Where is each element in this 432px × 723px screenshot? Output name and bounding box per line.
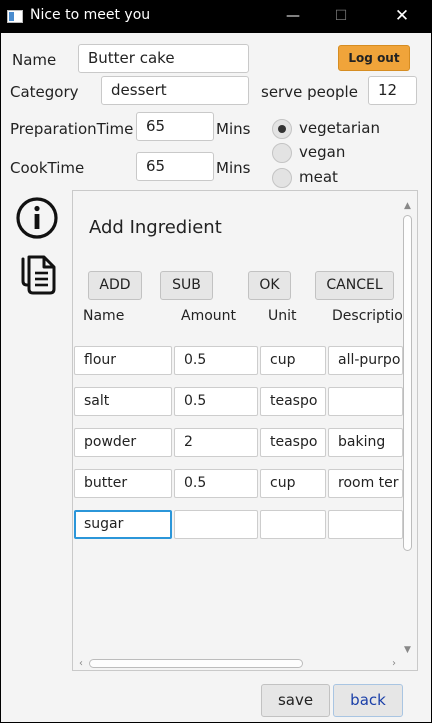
name-field[interactable]: Butter cake	[78, 44, 249, 73]
category-label: Category	[10, 83, 79, 101]
ingredient-name-cell[interactable]: flour	[74, 346, 172, 375]
info-icon[interactable]	[14, 195, 60, 245]
radio-label: vegan	[299, 143, 346, 161]
scroll-right-icon[interactable]: ›	[387, 657, 401, 670]
preparation-time-label: PreparationTime	[10, 120, 134, 138]
ingredient-unit-cell[interactable]: cup	[260, 469, 326, 498]
column-header-amount: Amount	[181, 308, 237, 324]
add-button[interactable]: ADD	[88, 271, 142, 300]
serve-people-field[interactable]: 12	[368, 76, 417, 105]
ingredient-amount-cell[interactable]: 2	[174, 428, 258, 457]
app-icon	[7, 10, 23, 23]
radio-label: vegetarian	[299, 119, 380, 137]
minimize-icon[interactable]: —	[280, 4, 306, 28]
title-bar: Nice to meet you — ☐ ✕	[0, 0, 432, 33]
radio-selected-dot	[278, 125, 286, 133]
cook-time-field[interactable]: 65	[136, 152, 214, 181]
scroll-left-icon[interactable]: ‹	[74, 657, 88, 670]
radio-circle[interactable]	[272, 143, 292, 163]
ingredient-amount-cell[interactable]: 0.5	[174, 387, 258, 416]
vertical-scroll-thumb[interactable]	[403, 215, 412, 551]
preparation-time-field[interactable]: 65	[136, 112, 214, 141]
horizontal-scrollbar[interactable]: ‹ ›	[73, 657, 402, 670]
name-label: Name	[12, 51, 57, 69]
ingredient-amount-cell[interactable]: 0.5	[174, 469, 258, 498]
cook-time-unit: Mins	[216, 159, 251, 177]
column-header-description: Descriptio	[332, 308, 403, 324]
ingredient-name-cell[interactable]: butter	[74, 469, 172, 498]
ok-button[interactable]: OK	[248, 271, 291, 300]
ingredient-panel: Add Ingredient ADD SUB OK CANCEL Name Am…	[72, 190, 418, 671]
preparation-time-unit: Mins	[216, 120, 251, 138]
ingredient-unit-cell[interactable]	[260, 510, 326, 539]
panel-title: Add Ingredient	[89, 217, 222, 238]
ingredient-name-cell[interactable]: salt	[74, 387, 172, 416]
radio-label: meat	[299, 168, 338, 186]
close-icon[interactable]: ✕	[389, 4, 415, 28]
ingredient-description-cell[interactable]	[328, 387, 403, 416]
category-field[interactable]: dessert	[101, 76, 249, 105]
save-button[interactable]: save	[261, 684, 330, 717]
horizontal-scroll-thumb[interactable]	[89, 659, 303, 668]
vertical-scrollbar[interactable]: ▲ ▼	[400, 199, 415, 657]
column-header-unit: Unit	[268, 308, 297, 324]
ingredient-description-cell[interactable]: baking	[328, 428, 403, 457]
ingredient-description-cell[interactable]	[328, 510, 403, 539]
scroll-up-icon[interactable]: ▲	[400, 199, 415, 213]
ingredient-description-cell[interactable]: all-purpo	[328, 346, 403, 375]
ingredient-unit-cell[interactable]: teaspo	[260, 428, 326, 457]
radio-circle[interactable]	[272, 168, 292, 188]
back-button[interactable]: back	[333, 684, 403, 717]
ingredient-amount-cell[interactable]	[174, 510, 258, 539]
ingredient-amount-cell[interactable]: 0.5	[174, 346, 258, 375]
radio-circle[interactable]	[272, 119, 292, 139]
ingredient-name-cell-focused[interactable]: sugar	[74, 510, 172, 539]
scroll-down-icon[interactable]: ▼	[400, 643, 415, 657]
copy-icon[interactable]	[14, 251, 60, 301]
cook-time-label: CookTime	[10, 159, 85, 177]
ingredient-unit-cell[interactable]: teaspo	[260, 387, 326, 416]
sub-button[interactable]: SUB	[160, 271, 213, 300]
cancel-button[interactable]: CANCEL	[315, 271, 394, 300]
ingredient-name-cell[interactable]: powder	[74, 428, 172, 457]
maximize-icon[interactable]: ☐	[328, 4, 354, 28]
logout-button[interactable]: Log out	[338, 45, 410, 71]
window-content: Name Butter cake Log out Category desser…	[1, 33, 431, 722]
serve-people-label: serve people	[261, 83, 358, 101]
window-title: Nice to meet you	[30, 7, 151, 23]
column-header-name: Name	[83, 308, 125, 324]
ingredient-unit-cell[interactable]: cup	[260, 346, 326, 375]
ingredient-description-cell[interactable]: room ter	[328, 469, 403, 498]
